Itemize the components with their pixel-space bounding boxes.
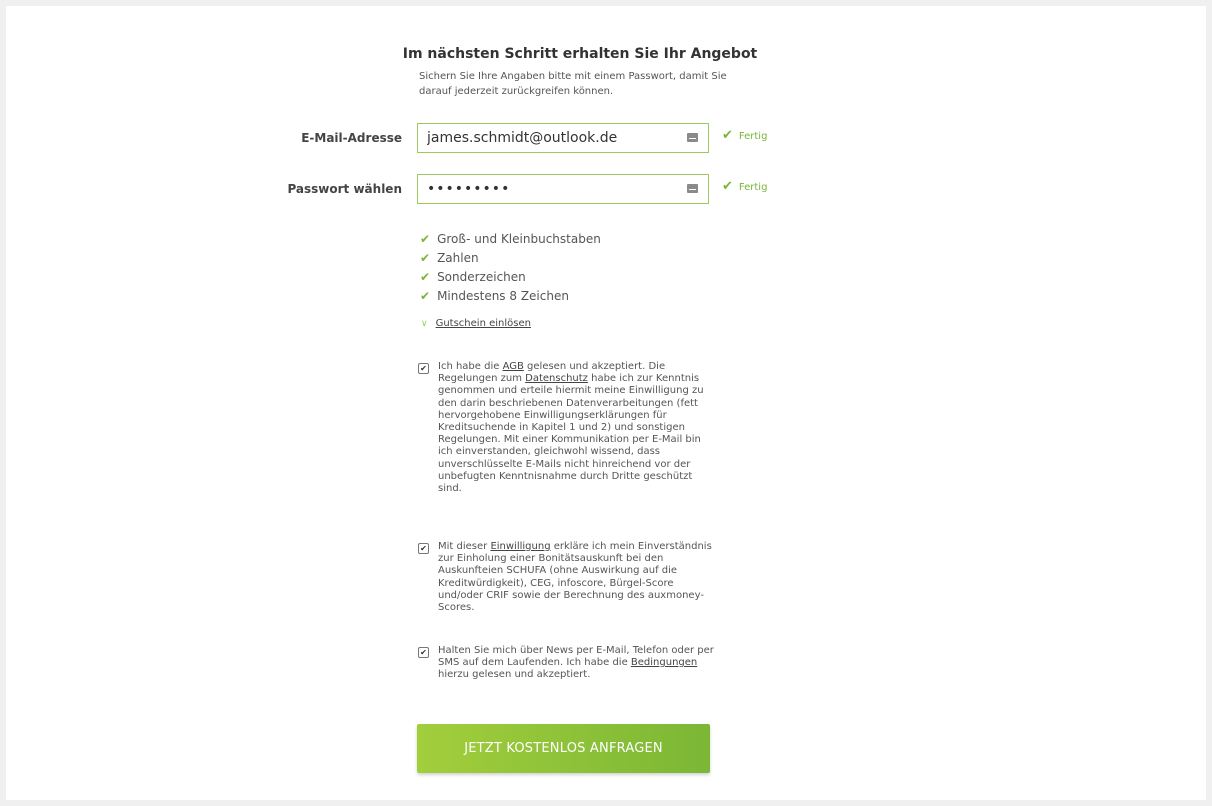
consent-schufa-text: Mit dieser Einwilligung erkläre ich mein…: [438, 541, 712, 614]
rule-text: Groß- und Kleinbuchstaben: [437, 232, 601, 246]
email-status: ✔ Fertig: [722, 128, 767, 143]
page-subtitle: Sichern Sie Ihre Angaben bitte mit einem…: [419, 71, 727, 97]
list-item: ✔ Zahlen: [420, 249, 601, 268]
check-icon: ✔: [420, 251, 431, 265]
rule-text: Sonderzeichen: [437, 270, 526, 284]
password-field-wrapper: [417, 174, 709, 204]
list-item: ✔ Mindestens 8 Zeichen: [420, 287, 601, 306]
email-field-wrapper: [417, 123, 709, 153]
password-status: ✔ Fertig: [722, 179, 767, 194]
consent-news-checkbox[interactable]: ✔: [418, 647, 429, 658]
voucher-link[interactable]: Gutschein einlösen: [436, 318, 531, 329]
keyboard-icon[interactable]: [687, 133, 698, 142]
page-title: Im nächsten Schritt erhalten Sie Ihr Ang…: [402, 46, 758, 62]
check-icon: ✔: [420, 232, 431, 246]
check-icon: ✔: [420, 270, 431, 284]
check-icon: ✔: [420, 289, 431, 303]
list-item: ✔ Groß- und Kleinbuchstaben: [420, 230, 601, 249]
consent-link[interactable]: Einwilligung: [490, 541, 550, 552]
list-item: ✔ Sonderzeichen: [420, 268, 601, 287]
password-rules-list: ✔ Groß- und Kleinbuchstaben ✔ Zahlen ✔ Sond…: [420, 230, 601, 306]
privacy-link[interactable]: Datenschutz: [525, 373, 588, 384]
consent-agb-checkbox[interactable]: ✔: [418, 363, 429, 374]
email-label: E-Mail-Adresse: [301, 131, 402, 145]
chevron-down-icon: ∨: [421, 319, 428, 329]
rule-text: Zahlen: [437, 251, 479, 265]
rule-text: Mindestens 8 Zeichen: [437, 289, 569, 303]
keyboard-icon[interactable]: [687, 184, 698, 193]
email-input[interactable]: [418, 124, 683, 152]
conditions-link[interactable]: Bedingungen: [631, 657, 697, 668]
password-status-text: Fertig: [738, 182, 768, 193]
password-input[interactable]: [418, 175, 683, 203]
voucher-toggle[interactable]: ∨ Gutschein einlösen: [421, 318, 531, 329]
email-status-text: Fertig: [738, 131, 768, 142]
consent-agb-text: Ich habe die AGB gelesen und akzeptiert.…: [438, 361, 704, 495]
form-card: Im nächsten Schritt erhalten Sie Ihr Ang…: [6, 6, 1206, 800]
consent-schufa-checkbox[interactable]: ✔: [418, 543, 429, 554]
check-icon: ✔: [722, 179, 733, 194]
agb-link[interactable]: AGB: [503, 361, 524, 372]
submit-request-button[interactable]: JETZT KOSTENLOS ANFRAGEN: [417, 724, 710, 773]
password-label: Passwort wählen: [287, 182, 402, 196]
check-icon: ✔: [722, 128, 733, 143]
consent-news-text: Halten Sie mich über News per E-Mail, Te…: [438, 645, 714, 681]
